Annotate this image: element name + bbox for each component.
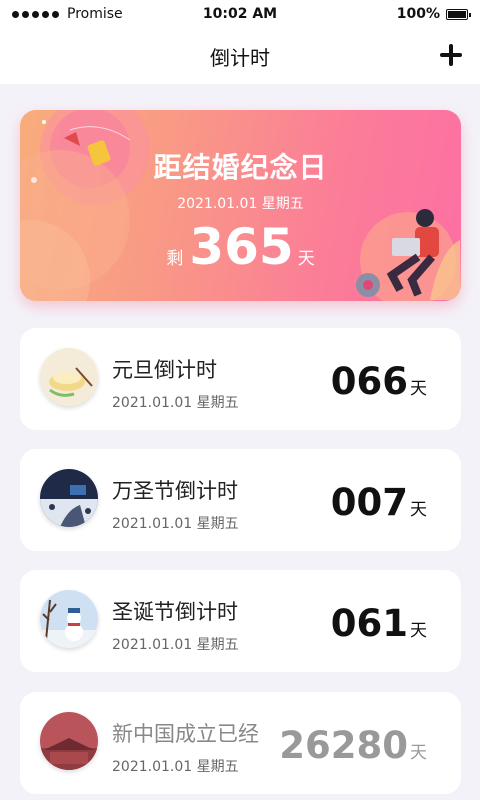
- event-days-unit: 天: [410, 379, 427, 399]
- event-date: 2021.01.01 星期五: [112, 637, 239, 653]
- event-countdown: 061 天: [331, 602, 427, 645]
- event-days-number: 26280: [279, 724, 408, 767]
- event-name: 新中国成立已经: [112, 722, 259, 746]
- status-right: 100%: [396, 6, 471, 22]
- event-countdown: 007 天: [331, 481, 427, 524]
- hero-days-unit: 天: [297, 249, 315, 269]
- battery-icon: [446, 8, 471, 20]
- page-title: 倒计时: [210, 46, 270, 70]
- halloween-thumbnail: [40, 469, 98, 527]
- list-item[interactable]: 圣诞节倒计时 2021.01.01 星期五 061 天: [20, 570, 461, 672]
- event-countdown: 26280 天: [279, 724, 427, 767]
- list-item[interactable]: 新中国成立已经 2021.01.01 星期五 26280 天: [20, 692, 461, 794]
- list-item[interactable]: 元旦倒计时 2021.01.01 星期五 066 天: [20, 328, 461, 430]
- event-days-unit: 天: [410, 621, 427, 641]
- event-days-number: 007: [330, 481, 408, 524]
- christmas-thumbnail: [40, 590, 98, 648]
- event-days-number: 066: [330, 360, 408, 403]
- hero-title: 距结婚纪念日: [153, 151, 328, 184]
- event-date: 2021.01.01 星期五: [112, 759, 239, 775]
- event-name: 圣诞节倒计时: [112, 600, 238, 624]
- event-countdown: 066 天: [331, 360, 427, 403]
- hero-days-number: 365: [189, 218, 294, 276]
- hero-date: 2021.01.01 星期五: [177, 196, 304, 212]
- national-day-thumbnail: [40, 712, 98, 770]
- featured-countdown-card[interactable]: 距结婚纪念日 2021.01.01 星期五 剩 365 天: [20, 110, 461, 301]
- hero-countdown: 剩 365 天: [20, 218, 461, 276]
- event-days-unit: 天: [410, 500, 427, 520]
- event-date: 2021.01.01 星期五: [112, 516, 239, 532]
- event-name: 元旦倒计时: [112, 358, 217, 382]
- hero-prefix: 剩: [166, 249, 184, 269]
- list-item[interactable]: 万圣节倒计时 2021.01.01 星期五 007 天: [20, 449, 461, 551]
- status-bar: Promise 10:02 AM 100%: [0, 0, 480, 28]
- event-days-unit: 天: [410, 743, 427, 763]
- event-name: 万圣节倒计时: [112, 479, 238, 503]
- new-year-thumbnail: [40, 348, 98, 406]
- add-event-button[interactable]: [436, 40, 466, 70]
- battery-percent: 100%: [396, 6, 440, 22]
- event-days-number: 061: [330, 602, 408, 645]
- event-date: 2021.01.01 星期五: [112, 395, 239, 411]
- nav-bar: 倒计时: [0, 28, 480, 84]
